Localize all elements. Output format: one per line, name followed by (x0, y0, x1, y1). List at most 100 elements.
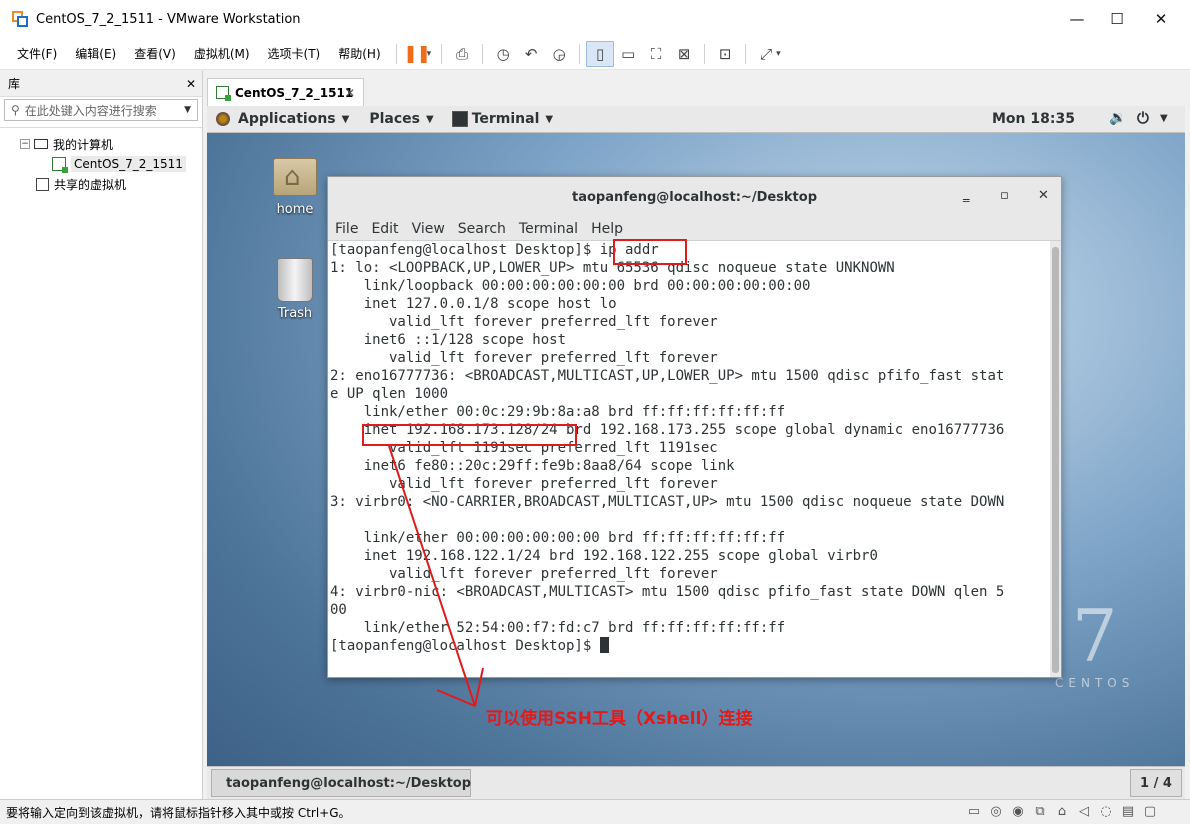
taskbar-item-terminal[interactable]: taopanfeng@localhost:~/Desktop (211, 769, 471, 797)
terminal-menubar: File Edit View Search Terminal Help (328, 217, 1061, 241)
menu-vm[interactable]: 虚拟机(M) (185, 38, 259, 70)
terminal-line: link/ether 00:0c:29:9b:8a:a8 brd ff:ff:f… (330, 404, 786, 420)
terminal-minimize-button[interactable]: ‗ (963, 188, 970, 203)
library-search-input[interactable]: ⚲ 在此处键入内容进行搜索 ▼ (4, 99, 198, 121)
printer-icon[interactable]: ◌ (1098, 804, 1114, 819)
chevron-down-icon: ▼ (425, 113, 434, 125)
floppy-icon[interactable]: ◉ (1010, 804, 1026, 819)
library-header: 库 ✕ (0, 71, 202, 97)
maximize-button[interactable]: ☐ (1094, 0, 1140, 38)
scrollbar-thumb[interactable] (1052, 247, 1059, 673)
pause-dropdown-caret[interactable]: ▾ (427, 49, 432, 59)
vmware-logo-icon (12, 11, 28, 27)
terminal-menu-help[interactable]: Help (591, 221, 623, 237)
full-screen-icon[interactable]: ⛶ (642, 41, 670, 67)
console-view-icon[interactable]: ⊡ (711, 41, 739, 67)
terminal-scrollbar[interactable] (1050, 241, 1061, 677)
menu-edit[interactable]: 编辑(E) (66, 38, 125, 70)
applications-menu[interactable]: Applications (238, 111, 336, 127)
library-close-button[interactable]: ✕ (186, 77, 196, 91)
clock[interactable]: Mon 18:35 (992, 111, 1075, 127)
desktop-icon-label: home (276, 202, 314, 217)
terminal-line: e UP qlen 1000 (330, 386, 449, 402)
menu-view[interactable]: 查看(V) (125, 38, 185, 70)
terminal-line: inet 192.168.122.1/24 brd 192.168.122.25… (330, 548, 878, 564)
terminal-output[interactable]: [taopanfeng@localhost Desktop]$ ip addr 1… (328, 241, 1052, 677)
terminal-app-menu[interactable]: Terminal (472, 111, 540, 127)
window-titlebar: CentOS_7_2_1511 - VMware Workstation — ☐… (0, 0, 1190, 38)
window-title: CentOS_7_2_1511 - VMware Workstation (36, 11, 301, 27)
text-cursor (599, 637, 609, 653)
terminal-menu-file[interactable]: File (335, 221, 358, 237)
terminal-menu-view[interactable]: View (412, 221, 445, 237)
send-ctrl-alt-del-icon[interactable]: ⎙ (448, 41, 476, 67)
close-button[interactable]: ✕ (1138, 0, 1184, 38)
volume-icon[interactable]: 🔉 (1109, 110, 1126, 126)
desktop-icon-home[interactable]: home (260, 158, 330, 217)
toolbar-separator (441, 43, 443, 64)
tree-item-label: 共享的虚拟机 (54, 177, 127, 192)
revert-snapshot-icon[interactable]: ↶ (517, 41, 545, 67)
gnome-foot-icon (216, 112, 230, 126)
terminal-menu-terminal[interactable]: Terminal (519, 221, 578, 237)
highlight-box-command (613, 239, 687, 265)
vm-console[interactable]: Applications ▼ Places ▼ Terminal ▼ Mon 1… (207, 106, 1185, 799)
cd-dvd-icon[interactable]: ◎ (988, 804, 1004, 819)
snapshot-icon[interactable]: ◷ (489, 41, 517, 67)
menu-file[interactable]: 文件(F) (8, 38, 66, 70)
unity-icon[interactable]: ⊠ (670, 41, 698, 67)
thumbnail-icon[interactable]: ▭ (614, 41, 642, 67)
message-icon[interactable]: ▢ (1142, 804, 1158, 819)
snapshot-manager-icon[interactable]: ◶ (545, 41, 573, 67)
computer-icon (34, 139, 48, 149)
show-library-icon[interactable]: ▯ (586, 40, 615, 67)
stretch-dropdown-caret[interactable]: ▾ (776, 49, 781, 59)
terminal-close-button[interactable]: ✕ (1038, 188, 1049, 203)
tree-item-vm[interactable]: CentOS_7_2_1511 (0, 154, 202, 174)
device-icons: ▭ ◎ ◉ ⧉ ⌂ ◁ ◌ ▤ ▢ (966, 804, 1158, 819)
terminal-titlebar: taopanfeng@localhost:~/Desktop ‗ ▫ ✕ (328, 177, 1061, 217)
vm-running-icon (52, 157, 68, 173)
hard-disk-icon[interactable]: ▭ (966, 804, 982, 819)
library-tree: − 我的计算机 CentOS_7_2_1511 共享的虚拟机 (0, 127, 202, 194)
collapse-icon[interactable]: − (20, 139, 30, 149)
terminal-line: link/ether 00:00:00:00:00:00 brd ff:ff:f… (330, 530, 786, 546)
places-menu[interactable]: Places (369, 111, 420, 127)
toolbar-separator (395, 43, 397, 64)
terminal-line: valid_lft forever preferred_lft forever (330, 476, 718, 492)
chevron-down-icon: ▼ (545, 113, 554, 125)
centos-wordmark: CENTOS (1055, 676, 1135, 690)
terminal-title: taopanfeng@localhost:~/Desktop (571, 189, 818, 205)
terminal-menu-search[interactable]: Search (458, 221, 506, 237)
network-icon[interactable]: ⧉ (1032, 804, 1048, 819)
display-icon[interactable]: ▤ (1120, 804, 1136, 819)
home-folder-icon (273, 158, 317, 196)
desktop-icon-trash[interactable]: Trash (260, 258, 330, 321)
tab-close-button[interactable]: ✕ (345, 86, 355, 100)
gnome-bottom-bar: taopanfeng@localhost:~/Desktop 1 / 4 (207, 766, 1185, 799)
chevron-down-icon[interactable]: ▼ (1160, 113, 1168, 124)
terminal-line: 1: lo: <LOOPBACK,UP,LOWER_UP> mtu 65536 … (330, 260, 895, 276)
search-placeholder: 在此处键入内容进行搜索 (24, 103, 157, 118)
terminal-line: valid_lft forever preferred_lft forever (330, 350, 718, 366)
menu-help[interactable]: 帮助(H) (329, 38, 389, 70)
toolbar-separator (704, 43, 706, 64)
terminal-menu-edit[interactable]: Edit (371, 221, 398, 237)
tree-item-label: CentOS_7_2_1511 (71, 156, 186, 172)
highlight-box-ip (362, 424, 577, 446)
tree-item-label: 我的计算机 (53, 137, 114, 152)
tab-vm[interactable]: CentOS_7_2_1511 ✕ (207, 78, 364, 106)
terminal-line: [taopanfeng@localhost Desktop]$ (330, 637, 1052, 655)
terminal-maximize-button[interactable]: ▫ (1000, 188, 1009, 203)
sound-icon[interactable]: ◁ (1076, 804, 1092, 819)
chevron-down-icon[interactable]: ▼ (184, 105, 191, 115)
status-bar: 要将输入定向到该虚拟机，请将鼠标指针移入其中或按 Ctrl+G。 ▭ ◎ ◉ ⧉… (0, 799, 1190, 824)
menu-tabs[interactable]: 选项卡(T) (259, 38, 330, 70)
workspace-pager[interactable]: 1 / 4 (1130, 769, 1182, 797)
terminal-line: 00 (330, 602, 347, 618)
power-icon[interactable]: ⏻ (1137, 109, 1149, 127)
tree-item-my-computer[interactable]: − 我的计算机 (0, 134, 202, 154)
tree-item-shared-vms[interactable]: 共享的虚拟机 (0, 174, 202, 194)
usb-icon[interactable]: ⌂ (1054, 804, 1070, 819)
